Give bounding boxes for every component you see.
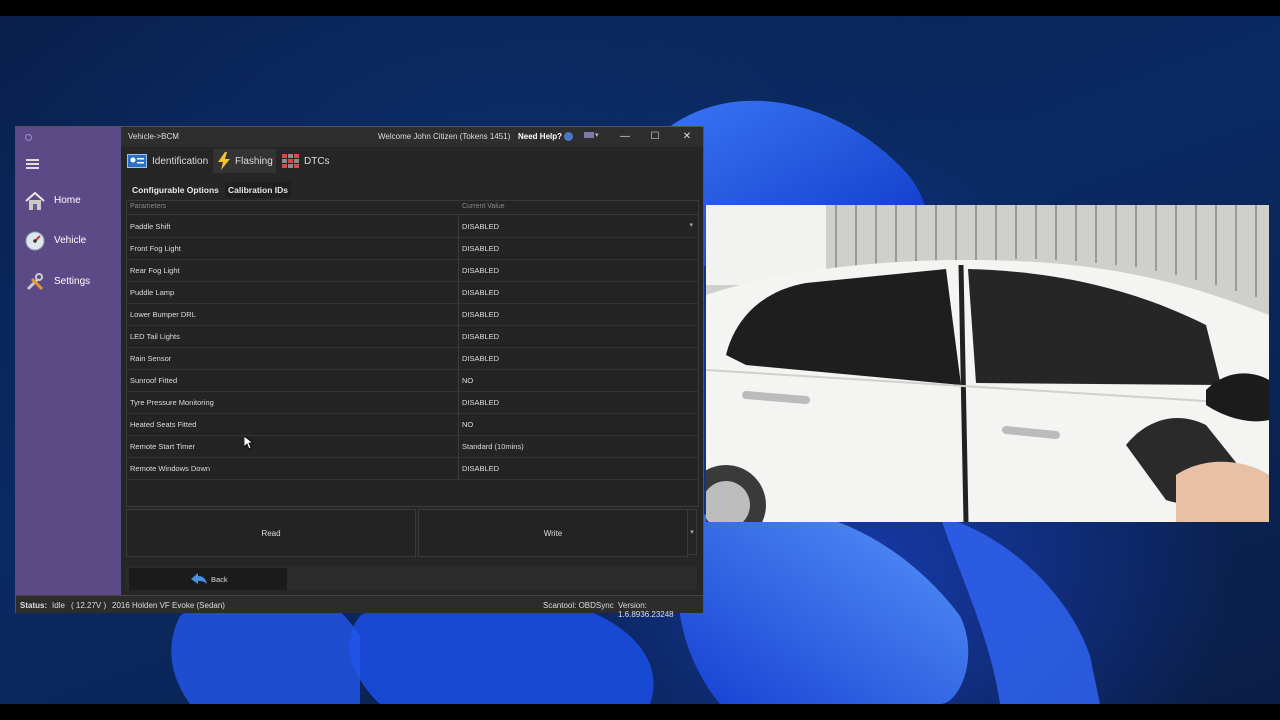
table-row[interactable]: Puddle Lamp DISABLED [127, 281, 698, 304]
title-bar: Vehicle->BCM Welcome John Citizen (Token… [121, 127, 703, 147]
tab-label: Flashing [235, 156, 273, 167]
status-bar: Status: Idle ( 12.27V ) 2016 Holden VF E… [16, 595, 703, 619]
app-logo-icon [25, 134, 32, 141]
sidebar-item-home[interactable]: Home [16, 185, 121, 217]
param-value[interactable]: DISABLED [462, 244, 499, 253]
param-name: Rear Fog Light [130, 266, 180, 275]
language-flag-icon[interactable] [584, 132, 594, 138]
table-row[interactable]: Paddle Shift DISABLED ▾ [127, 215, 698, 238]
param-value[interactable]: DISABLED [462, 464, 499, 473]
help-globe-icon[interactable] [564, 132, 573, 141]
home-icon [25, 191, 45, 210]
letterbox-top [0, 0, 1280, 16]
param-name: Remote Start Timer [130, 442, 196, 451]
back-arrow-icon [191, 573, 207, 584]
table-row[interactable]: Tyre Pressure Monitoring DISABLED [127, 391, 698, 414]
param-name: Rain Sensor [130, 354, 172, 363]
letterbox-bottom [0, 704, 1280, 720]
read-button-label: Read [261, 529, 281, 538]
param-value[interactable]: DISABLED [462, 222, 499, 231]
param-name: Sunroof Fitted [130, 376, 178, 385]
breadcrumb: Vehicle->BCM [128, 132, 179, 141]
param-name: LED Tail Lights [130, 332, 180, 341]
car-video-overlay [706, 205, 1269, 522]
table-row[interactable]: Rear Fog Light DISABLED [127, 259, 698, 282]
param-name: Heated Seats Fitted [130, 420, 197, 429]
status-vehicle: 2016 Holden VF Evoke (Sedan) [112, 601, 225, 610]
close-button[interactable]: ✕ [677, 130, 697, 144]
param-value[interactable]: DISABLED [462, 266, 499, 275]
car-photo [706, 205, 1269, 522]
table-row[interactable]: Remote Start Timer Standard (10mins) [127, 435, 698, 458]
param-value[interactable]: DISABLED [462, 288, 499, 297]
app-window: Home Vehicle Settings Vehicle->BCM Welco… [16, 127, 703, 619]
subtab-calibration-ids[interactable]: Calibration IDs [225, 182, 291, 198]
table-row[interactable]: LED Tail Lights DISABLED [127, 325, 698, 348]
column-header-current-value: Current Value [462, 203, 505, 210]
sidebar-item-settings[interactable]: Settings [16, 266, 121, 298]
status-state: Idle [52, 601, 65, 610]
table-row[interactable]: Remote Windows Down DISABLED [127, 457, 698, 480]
hamburger-menu-icon[interactable] [26, 159, 39, 169]
tab-dtcs[interactable]: DTCs [278, 149, 336, 173]
read-button[interactable]: Read [126, 509, 416, 557]
write-button[interactable]: Write [418, 509, 688, 557]
sidebar-item-label: Settings [54, 276, 91, 287]
subtab-configurable-options[interactable]: Configurable Options [129, 182, 222, 198]
sidebar: Home Vehicle Settings [16, 127, 121, 595]
param-value[interactable]: DISABLED [462, 398, 499, 407]
welcome-text: Welcome John Citizen (Tokens 1451) [378, 132, 511, 141]
chevron-down-icon[interactable]: ▾ [595, 131, 599, 139]
param-value[interactable]: NO [462, 376, 473, 385]
main-panel: Vehicle->BCM Welcome John Citizen (Token… [121, 127, 703, 595]
sidebar-item-label: Home [54, 195, 81, 206]
gauge-icon [25, 231, 45, 251]
write-options-dropdown[interactable]: ▾ [687, 509, 697, 555]
param-name: Front Fog Light [130, 244, 181, 253]
back-button-label: Back [211, 575, 228, 584]
tab-flashing[interactable]: Flashing [213, 149, 276, 173]
param-name: Lower Bumper DRL [130, 310, 196, 319]
lightning-icon [218, 152, 230, 170]
id-card-icon [127, 154, 147, 168]
column-header-parameters: Parameters [130, 203, 167, 210]
param-name: Paddle Shift [130, 222, 171, 231]
tab-identification[interactable]: Identification [124, 149, 210, 173]
mouse-cursor-icon [244, 436, 254, 450]
sidebar-item-vehicle[interactable]: Vehicle [16, 225, 121, 257]
status-voltage: ( 12.27V ) [71, 601, 107, 610]
tab-bar: Identification Flashing DTCs [121, 149, 703, 173]
grid-icon [282, 154, 299, 168]
param-value[interactable]: Standard (10mins) [462, 442, 524, 451]
footer-bar: Back [126, 566, 697, 590]
param-value[interactable]: NO [462, 420, 473, 429]
chevron-down-icon[interactable]: ▾ [689, 221, 693, 229]
write-button-label: Write [543, 529, 563, 538]
status-scantool: Scantool: OBDSync [543, 601, 614, 610]
status-label: Status: [20, 601, 48, 610]
tab-label: DTCs [304, 156, 330, 167]
back-button[interactable]: Back [129, 568, 287, 590]
param-name: Puddle Lamp [130, 288, 175, 297]
help-link[interactable]: Need Help? [518, 132, 562, 141]
table-row[interactable]: Rain Sensor DISABLED [127, 347, 698, 370]
table-row[interactable]: Front Fog Light DISABLED [127, 237, 698, 260]
maximize-button[interactable]: ☐ [645, 130, 665, 144]
sidebar-item-label: Vehicle [54, 235, 87, 246]
tab-label: Identification [152, 156, 209, 167]
parameters-grid: Parameters Current Value Paddle Shift DIS… [126, 200, 699, 507]
table-row[interactable]: Sunroof Fitted NO [127, 369, 698, 392]
param-name: Remote Windows Down [130, 464, 211, 473]
param-value[interactable]: DISABLED [462, 310, 499, 319]
param-value[interactable]: DISABLED [462, 354, 499, 363]
grid-header: Parameters Current Value [127, 201, 698, 215]
table-row[interactable]: Heated Seats Fitted NO [127, 413, 698, 436]
tools-icon [26, 273, 44, 291]
status-version: Version: 1.6.8936.23248 [618, 601, 674, 619]
param-value[interactable]: DISABLED [462, 332, 499, 341]
table-row[interactable]: Lower Bumper DRL DISABLED [127, 303, 698, 326]
minimize-button[interactable]: — [615, 130, 635, 144]
param-name: Tyre Pressure Monitoring [130, 398, 214, 407]
